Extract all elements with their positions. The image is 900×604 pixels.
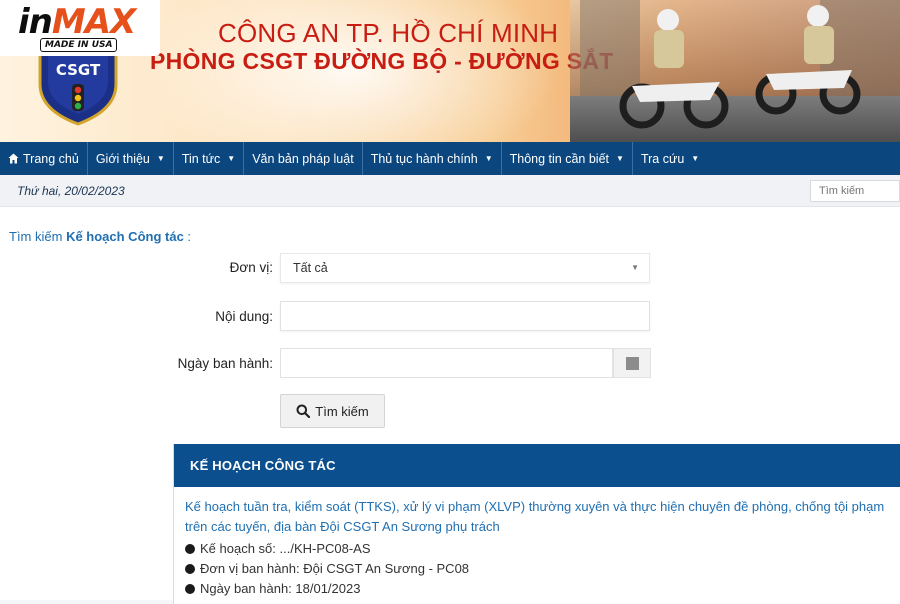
nav-item-legal-docs[interactable]: Văn bản pháp luật	[244, 142, 363, 175]
main-nav: Trang chủ Giới thiệu ▼ Tin tức ▼ Văn bản…	[0, 142, 900, 175]
caret-down-icon: ▼	[616, 154, 624, 163]
current-date: Thứ hai, 20/02/2023	[17, 184, 125, 198]
result-item-detail: Kế hoạch số: .../KH-PC08-AS	[185, 541, 371, 556]
site-search-input[interactable]	[810, 180, 900, 202]
result-item-detail: Ngày ban hành: 18/01/2023	[185, 581, 360, 596]
police-motorcycle-photo	[570, 0, 900, 142]
date-bar: Thứ hai, 20/02/2023	[0, 175, 900, 207]
result-item-detail: Đơn vị ban hành: Đội CSGT An Sương - PC0…	[185, 561, 469, 576]
nav-item-home[interactable]: Trang chủ	[0, 142, 88, 175]
results-panel-header: KẾ HOẠCH CÔNG TÁC	[174, 444, 900, 487]
inmax-tagline: MADE IN USA	[40, 38, 118, 52]
unit-label: Đơn vị:	[229, 260, 273, 275]
results-panel: KẾ HOẠCH CÔNG TÁC Kế hoạch tuần tra, kiể…	[173, 444, 900, 604]
nav-item-news[interactable]: Tin tức ▼	[174, 142, 245, 175]
calendar-button[interactable]	[613, 348, 651, 378]
unit-select-value: Tất cả	[293, 261, 328, 275]
bullet-icon	[185, 563, 195, 574]
search-button[interactable]: Tìm kiếm	[280, 394, 385, 428]
chevron-down-icon: ▼	[631, 263, 639, 272]
inmax-watermark: inMAX MADE IN USA	[0, 0, 160, 56]
nav-item-about[interactable]: Giới thiệu ▼	[88, 142, 174, 175]
issue-date-label: Ngày ban hành:	[177, 356, 273, 371]
search-button-label: Tìm kiếm	[315, 403, 369, 419]
home-icon	[8, 153, 19, 164]
issue-date-input[interactable]	[280, 348, 613, 378]
shield-logo-text: CSGT	[56, 61, 101, 79]
content-label: Nội dung:	[215, 309, 273, 324]
nav-item-admin-procedures[interactable]: Thủ tục hành chính ▼	[363, 142, 502, 175]
search-heading: Tìm kiếm Kế hoạch Công tác :	[9, 229, 192, 244]
main-content: Tìm kiếm Kế hoạch Công tác : Đơn vị: Tất…	[0, 207, 900, 604]
header-banner: CSGT CÔNG AN TP. HỒ CHÍ MINH PHÒNG CSGT …	[0, 0, 900, 142]
nav-item-label: Tra cứu	[640, 151, 685, 166]
nav-item-label: Trang chủ	[23, 151, 79, 166]
nav-item-label: Thông tin cần biết	[509, 151, 610, 166]
caret-down-icon: ▼	[484, 154, 493, 163]
nav-item-info[interactable]: Thông tin cần biết ▼	[502, 142, 633, 175]
nav-item-lookup[interactable]: Tra cứu ▼	[633, 142, 707, 175]
calendar-icon	[625, 356, 639, 370]
header-title-line2: PHÒNG CSGT ĐƯỜNG BỘ - ĐƯỜNG SẮT	[150, 48, 614, 74]
csgt-shield-logo: CSGT	[38, 46, 118, 126]
inmax-brand: inMAX	[18, 2, 136, 42]
results-heading: KẾ HOẠCH CÔNG TÁC	[190, 458, 336, 473]
content-input[interactable]	[280, 301, 650, 331]
caret-down-icon: ▼	[227, 154, 236, 163]
unit-select[interactable]: Tất cả ▼	[280, 253, 650, 283]
caret-down-icon: ▼	[156, 154, 165, 163]
result-item-title-link[interactable]: Kế hoạch tuần tra, kiểm soát (TTKS), xử …	[185, 497, 900, 537]
bullet-icon	[185, 583, 195, 594]
nav-item-label: Tin tức	[181, 151, 221, 166]
nav-item-label: Giới thiệu	[95, 151, 150, 166]
header-title-line1: CÔNG AN TP. HỒ CHÍ MINH	[218, 18, 559, 48]
search-icon	[296, 404, 311, 418]
nav-item-label: Thủ tục hành chính	[370, 151, 478, 166]
nav-item-label: Văn bản pháp luật	[252, 151, 354, 166]
bullet-icon	[185, 543, 195, 554]
caret-down-icon: ▼	[691, 154, 700, 163]
